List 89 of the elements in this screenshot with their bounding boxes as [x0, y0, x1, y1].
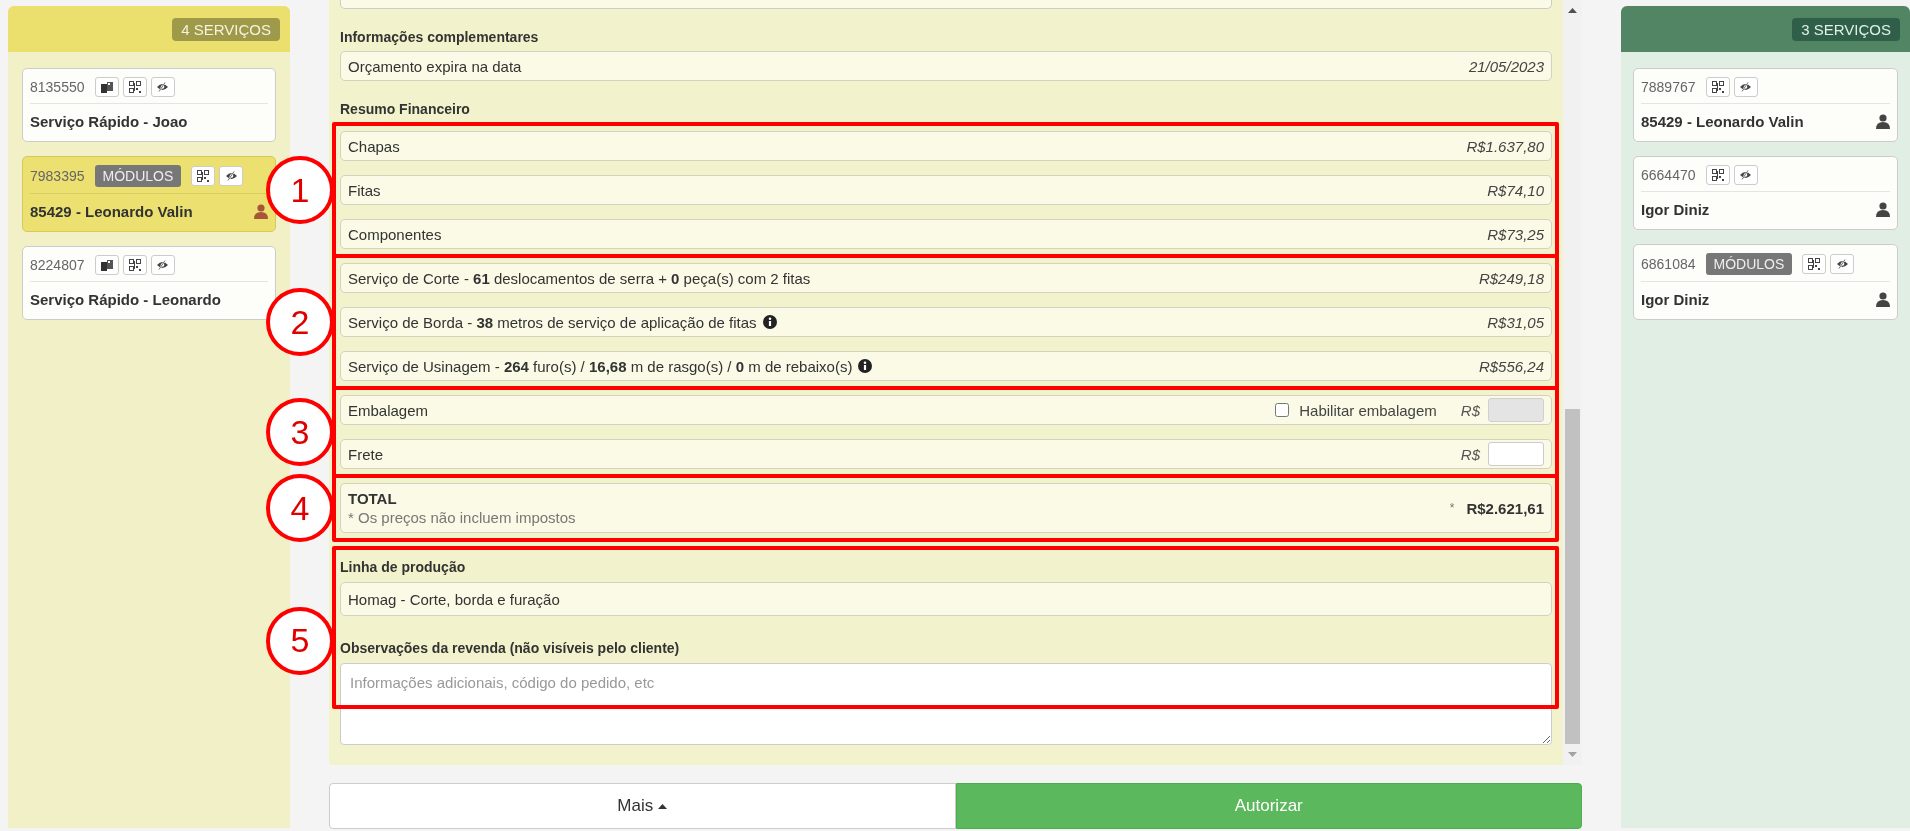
section-heading: Observações da revenda (não visíveis pelo cliente): [340, 640, 681, 656]
row-label: Serviço de Usinagem - 264 furo(s) / 16,68 m de rasgo(s) / 0 m de rebaixo(s): [348, 357, 853, 375]
row-label: Chapas: [348, 137, 400, 155]
hide-button[interactable]: [150, 77, 175, 97]
service-card[interactable]: 7889767 85429 - Leonardo Valin: [1633, 68, 1898, 142]
hide-button[interactable]: [150, 255, 175, 275]
hide-button[interactable]: [1830, 254, 1855, 274]
service-card[interactable]: 6664470 Igor Diniz: [1633, 156, 1898, 230]
qr-code-icon: [197, 170, 210, 182]
qr-code-icon: [1808, 258, 1821, 270]
total-value: R$2.621,61: [1466, 499, 1544, 517]
row-label: Embalagem: [348, 401, 429, 419]
qr-code-button[interactable]: [191, 166, 216, 186]
eye-slash-icon: [1739, 170, 1752, 180]
row-label: Orçamento expira na data: [348, 57, 522, 75]
section-heading: Resumo Financeiro: [340, 101, 471, 117]
info-icon[interactable]: [858, 359, 873, 373]
service-card[interactable]: 8135550 Serviço Rápido - Joao: [22, 68, 276, 142]
row-value: R$31,05: [1487, 313, 1544, 331]
info-icon[interactable]: [762, 315, 777, 329]
person-icon: [1876, 114, 1890, 129]
service-card[interactable]: 6861084 MÓDULOS Igor Diniz: [1633, 244, 1898, 320]
order-number: 8135550: [30, 79, 85, 95]
order-number: 7983395: [30, 168, 85, 184]
section-heading: Informações complementares: [340, 29, 540, 45]
qr-code-icon: [128, 81, 141, 93]
eye-slash-icon: [1835, 259, 1849, 269]
total-label: TOTAL: [348, 490, 398, 507]
card-title: 85429 - Leonardo Valin: [1641, 113, 1804, 130]
tax-note: * Os preços não incluem impostos: [348, 509, 577, 526]
asterisk: *: [1449, 501, 1455, 515]
row-value: R$556,24: [1478, 357, 1544, 375]
eye-slash-icon: [1739, 82, 1752, 92]
currency-label: R$: [1460, 445, 1480, 463]
row-value: R$73,25: [1487, 225, 1544, 243]
row-value: 21/05/2023: [1468, 57, 1544, 75]
notes-field[interactable]: Informações adicionais, código do pedido, etc: [340, 663, 1552, 745]
caret-icon: [658, 803, 668, 809]
card-title: Serviço Rápido - Leonardo: [30, 291, 221, 308]
qr-code-button[interactable]: [122, 255, 147, 275]
modules-badge: MÓDULOS: [1705, 253, 1793, 275]
service-card[interactable]: 8224807 Serviço Rápido - Leonardo: [22, 246, 276, 320]
copy-button[interactable]: [94, 255, 119, 275]
row-value: R$74,10: [1487, 181, 1544, 199]
copy-icon: [100, 259, 113, 271]
person-icon: [1876, 202, 1890, 217]
row-label: Componentes: [348, 225, 442, 243]
qr-code-button[interactable]: [1802, 254, 1827, 274]
row-label: Serviço de Corte - 61 deslocamentos de serra + 0 peça(s) com 2 fitas: [348, 269, 811, 287]
card-title: Igor Diniz: [1641, 291, 1710, 308]
qr-code-icon: [128, 259, 141, 271]
hide-button[interactable]: [1733, 165, 1758, 185]
qr-code-button[interactable]: [1705, 165, 1730, 185]
card-title: Igor Diniz: [1641, 201, 1710, 218]
service-card[interactable]: 7983395 MÓDULOS 85429 - Leonardo Valin: [22, 156, 276, 232]
count-badge: 3 SERVIÇOS: [1792, 17, 1900, 41]
amount-field[interactable]: [1488, 442, 1544, 466]
currency-label: R$: [1460, 401, 1480, 419]
checkbox-label: Habilitar embalagem: [1299, 401, 1437, 419]
row-value: R$249,18: [1478, 269, 1544, 287]
hide-button[interactable]: [1733, 77, 1758, 97]
row-label: Serviço de Borda - 38 metros de serviço de aplicação de fitas: [348, 313, 757, 331]
row-label: Frete: [348, 445, 383, 463]
qr-code-button[interactable]: [122, 77, 147, 97]
eye-slash-icon: [156, 82, 169, 92]
order-number: 6664470: [1641, 167, 1696, 183]
eye-slash-icon: [224, 171, 238, 181]
person-icon: [254, 204, 268, 219]
row-value: R$1.637,80: [1466, 137, 1544, 155]
copy-icon: [100, 81, 113, 93]
card-title: Serviço Rápido - Joao: [30, 113, 188, 130]
count-badge: 4 SERVIÇOS: [172, 17, 280, 41]
qr-code-button[interactable]: [1705, 77, 1730, 97]
qr-code-icon: [1711, 81, 1724, 93]
modules-badge: MÓDULOS: [94, 165, 182, 187]
production-line-field[interactable]: Homag - Corte, borda e furação: [340, 582, 1552, 616]
order-number: 7889767: [1641, 79, 1696, 95]
more-button[interactable]: Mais: [329, 783, 956, 829]
hide-button[interactable]: [219, 166, 244, 186]
section-heading: Linha de produção: [340, 559, 467, 575]
copy-button[interactable]: [94, 77, 119, 97]
qr-code-icon: [1711, 169, 1724, 181]
person-icon: [1876, 292, 1890, 307]
card-title: 85429 - Leonardo Valin: [30, 203, 193, 220]
order-number: 6861084: [1641, 256, 1696, 272]
eye-slash-icon: [156, 260, 169, 270]
row-label: Fitas: [348, 181, 381, 199]
order-number: 8224807: [30, 257, 85, 273]
scroll-up-icon[interactable]: [1568, 8, 1577, 13]
